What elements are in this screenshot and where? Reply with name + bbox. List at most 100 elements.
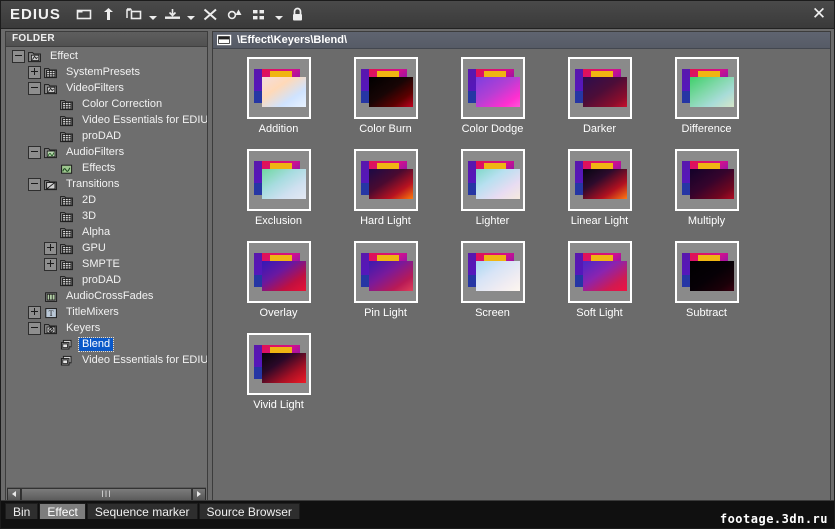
tree-item[interactable]: proDAD [6, 272, 207, 288]
effect-item[interactable]: Multiply [653, 149, 760, 227]
folder-effect-icon [44, 82, 59, 95]
folder-grid-icon [60, 130, 75, 143]
tree-item[interactable]: Effect [6, 48, 207, 64]
panel-tabs[interactable]: Bin Effect Sequence marker Source Browser [5, 502, 301, 519]
collapse-icon[interactable] [28, 321, 41, 335]
tree-item-label: Keyers [66, 321, 101, 334]
scroll-left-icon[interactable] [7, 487, 21, 501]
effect-thumbnail[interactable] [246, 57, 311, 119]
tree-item[interactable]: Effects [6, 160, 207, 176]
tree-item-label: Color Correction [82, 97, 163, 110]
effect-thumbnail[interactable] [246, 149, 311, 211]
effect-item[interactable]: Screen [439, 241, 546, 319]
thumbnail-artwork [249, 151, 309, 209]
effect-item[interactable]: Soft Light [546, 241, 653, 319]
scroll-right-icon[interactable] [192, 487, 206, 501]
effect-thumbnail[interactable] [460, 241, 525, 303]
effect-item[interactable]: Pin Light [332, 241, 439, 319]
collapse-icon[interactable] [28, 177, 41, 191]
up-level-icon[interactable] [98, 4, 121, 26]
effect-thumbnail[interactable] [674, 149, 739, 211]
tree-item-label: TitleMixers [66, 305, 119, 318]
tree-item[interactable]: 2D [6, 192, 207, 208]
tree-item-selected[interactable]: Blend [6, 336, 207, 352]
tree-item[interactable]: VideoFilters [6, 80, 207, 96]
tree-item[interactable]: Alpha [6, 224, 207, 240]
effect-thumbnail[interactable] [567, 241, 632, 303]
tree-item[interactable]: 3D [6, 208, 207, 224]
delete-icon[interactable] [199, 4, 222, 26]
effect-thumbnail[interactable] [246, 333, 311, 395]
effect-item[interactable]: Linear Light [546, 149, 653, 227]
tree-item[interactable]: Keyers [6, 320, 207, 336]
effect-thumbnail[interactable] [674, 241, 739, 303]
effect-thumbnail[interactable] [674, 57, 739, 119]
expand-icon[interactable] [44, 241, 57, 255]
tab-sequence-marker[interactable]: Sequence marker [86, 503, 198, 519]
chevron-down-icon[interactable] [186, 4, 197, 26]
tree-item[interactable]: SMPTE [6, 256, 207, 272]
tree-item[interactable]: Color Correction [6, 96, 207, 112]
expand-icon[interactable] [28, 305, 41, 319]
tree-item[interactable]: SystemPresets [6, 64, 207, 80]
svg-text:T: T [49, 308, 54, 317]
tree-item[interactable]: Video Essentials for EDIU [6, 112, 207, 128]
tree-item[interactable]: T TitleMixers [6, 304, 207, 320]
chevron-down-icon[interactable] [274, 4, 285, 26]
thumbnail-artwork [356, 151, 416, 209]
tab-effect[interactable]: Effect [39, 503, 86, 519]
scroll-track[interactable]: III [21, 487, 192, 501]
effect-item[interactable]: Exclusion [225, 149, 332, 227]
tab-source-browser[interactable]: Source Browser [198, 503, 300, 519]
effect-item[interactable]: Lighter [439, 149, 546, 227]
thumbnail-artwork [463, 59, 523, 117]
effect-item[interactable]: Addition [225, 57, 332, 135]
tree-item[interactable]: proDAD [6, 128, 207, 144]
lock-icon[interactable] [287, 4, 310, 26]
effect-thumbnail[interactable] [567, 149, 632, 211]
tree-item[interactable]: Transitions [6, 176, 207, 192]
chevron-down-icon[interactable] [148, 4, 159, 26]
tree-item-label: VideoFilters [66, 81, 124, 94]
expand-icon[interactable] [44, 257, 57, 271]
tree-item[interactable]: GPU [6, 240, 207, 256]
effect-label: Lighter [475, 215, 510, 227]
tree-item[interactable]: Video Essentials for EDIU [6, 352, 207, 368]
expand-icon[interactable] [28, 65, 41, 79]
thumbnail-artwork [570, 151, 630, 209]
add-clip-icon[interactable] [161, 4, 184, 26]
tree-item[interactable]: AudioFilters [6, 144, 207, 160]
thumbnail-artwork [570, 243, 630, 301]
effect-thumbnail[interactable] [460, 57, 525, 119]
effect-item[interactable]: Darker [546, 57, 653, 135]
folder-horizontal-scrollbar[interactable]: III [7, 487, 206, 501]
effect-thumbnail[interactable] [460, 149, 525, 211]
view-mode-icon[interactable] [249, 4, 272, 26]
collapse-icon[interactable] [28, 145, 41, 159]
folder-tree[interactable]: Effect SystemPresets VideoFilters Color Cor… [6, 48, 207, 488]
effect-grid[interactable]: Addition Color Burn Color Dodge Darker D… [213, 49, 830, 502]
collapse-icon[interactable] [12, 49, 25, 63]
effect-thumbnail[interactable] [567, 57, 632, 119]
scroll-thumb[interactable]: III [21, 487, 192, 501]
effect-thumbnail[interactable] [353, 149, 418, 211]
effect-item[interactable]: Subtract [653, 241, 760, 319]
collapse-icon[interactable] [28, 81, 41, 95]
open-folder-icon[interactable] [73, 4, 96, 26]
tree-item-label: GPU [82, 241, 106, 254]
close-icon[interactable]: ✕ [808, 4, 830, 24]
effect-thumbnail[interactable] [246, 241, 311, 303]
effect-thumbnail[interactable] [353, 57, 418, 119]
thumbnail-artwork [463, 151, 523, 209]
effect-thumbnail[interactable] [353, 241, 418, 303]
effect-item[interactable]: Difference [653, 57, 760, 135]
tree-item[interactable]: AudioCrossFades [6, 288, 207, 304]
effect-item[interactable]: Overlay [225, 241, 332, 319]
tab-bin[interactable]: Bin [5, 503, 39, 519]
effect-item[interactable]: Hard Light [332, 149, 439, 227]
new-folder-icon[interactable] [123, 4, 146, 26]
effect-item[interactable]: Vivid Light [225, 333, 332, 411]
effect-item[interactable]: Color Burn [332, 57, 439, 135]
effect-item[interactable]: Color Dodge [439, 57, 546, 135]
properties-icon[interactable] [224, 4, 247, 26]
